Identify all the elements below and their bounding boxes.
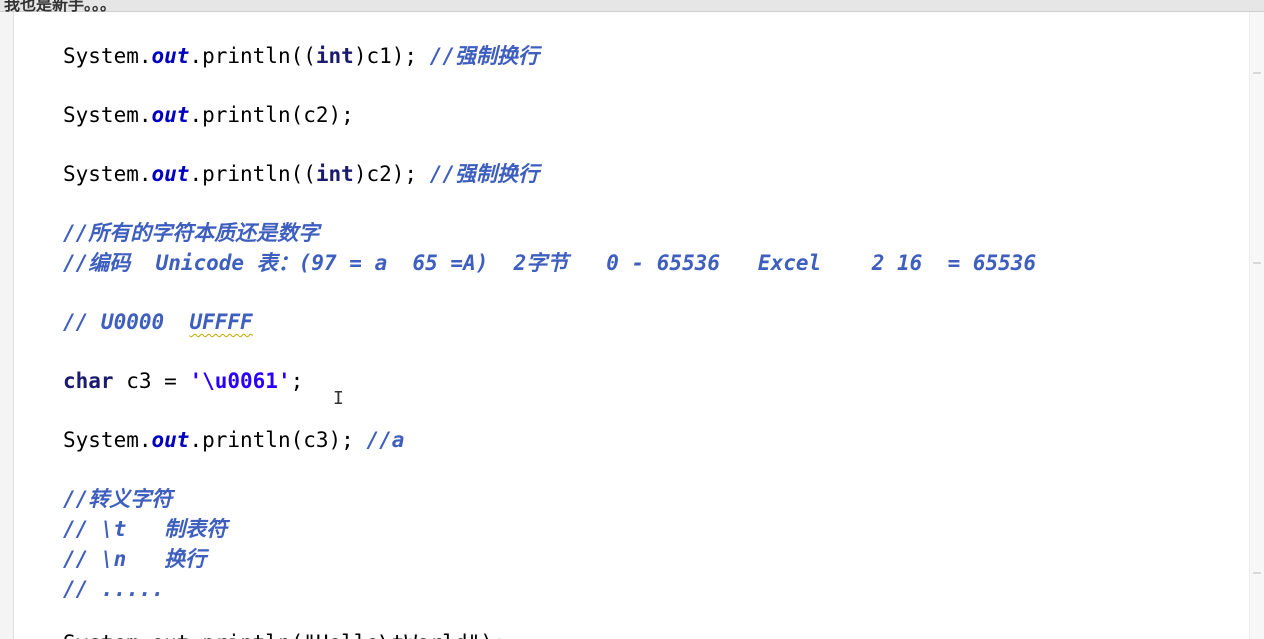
code-token-field: out xyxy=(151,428,190,452)
editor-gutter[interactable] xyxy=(0,12,14,639)
code-token: ; xyxy=(290,369,304,393)
code-comment-line[interactable]: // \n 换行 xyxy=(63,544,206,574)
code-token: System. xyxy=(63,428,152,452)
code-line-println-c3[interactable]: System.out.println(c3); //a xyxy=(63,425,404,455)
code-comment: //强制换行 xyxy=(429,162,539,186)
code-line-partial[interactable]: System.out.println("Hello\tWorld"); xyxy=(63,628,506,639)
code-token: System. xyxy=(63,44,152,68)
ruler-mark[interactable] xyxy=(1253,572,1261,574)
code-line-println-c2[interactable]: System.out.println(c2); xyxy=(63,100,354,130)
code-comment-line[interactable]: // ..... xyxy=(63,574,164,604)
spellcheck-warning: UFFFF xyxy=(189,310,253,334)
code-line-char-c3[interactable]: char c3 = '\u0061'; xyxy=(63,366,303,396)
code-token-field: out xyxy=(151,44,190,68)
code-token-char-literal: '\u0061' xyxy=(189,369,291,393)
text-cursor-icon: I xyxy=(333,388,344,409)
code-editor-screen: 我也是新手。。。 System.out.println((int)c1); //… xyxy=(0,0,1264,639)
overview-ruler[interactable] xyxy=(1249,12,1264,639)
ruler-mark[interactable] xyxy=(1253,72,1261,74)
code-token: .println(( xyxy=(189,44,316,68)
code-token: c3 = xyxy=(113,369,190,393)
code-token: .println(( xyxy=(189,162,316,186)
code-comment-line[interactable]: //转义字符 xyxy=(63,484,172,514)
code-token: .println(c2); xyxy=(189,103,354,127)
code-token-field: out xyxy=(151,162,190,186)
code-token: System. xyxy=(63,162,152,186)
code-token-keyword: int xyxy=(315,44,354,68)
code-token: )c2); xyxy=(353,162,430,186)
code-line-println-int-c2[interactable]: System.out.println((int)c2); //强制换行 xyxy=(63,159,539,189)
code-line-println-int-c1[interactable]: System.out.println((int)c1); //强制换行 xyxy=(63,41,539,71)
ruler-mark[interactable] xyxy=(1253,262,1261,264)
code-token: .println(c3); xyxy=(189,428,367,452)
code-comment: //强制换行 xyxy=(429,44,539,68)
code-comment-line[interactable]: // U0000 UFFFF xyxy=(63,307,253,337)
code-token: )c1); xyxy=(353,44,430,68)
code-comment-line[interactable]: // \t 制表符 xyxy=(63,514,227,544)
code-comment-line[interactable]: //编码 Unicode 表：(97 = a 65 =A) 2字节 0 - 65… xyxy=(63,248,1036,278)
code-comment: // U0000 xyxy=(63,310,190,334)
code-token-keyword: int xyxy=(315,162,354,186)
code-token-field: out xyxy=(151,103,190,127)
code-token-keyword: char xyxy=(63,369,114,393)
code-comment: //a xyxy=(366,428,405,452)
code-comment-line[interactable]: //所有的字符本质还是数字 xyxy=(63,218,319,248)
code-token: System. xyxy=(63,103,152,127)
code-editor[interactable]: System.out.println((int)c1); //强制换行 Syst… xyxy=(63,0,1243,639)
